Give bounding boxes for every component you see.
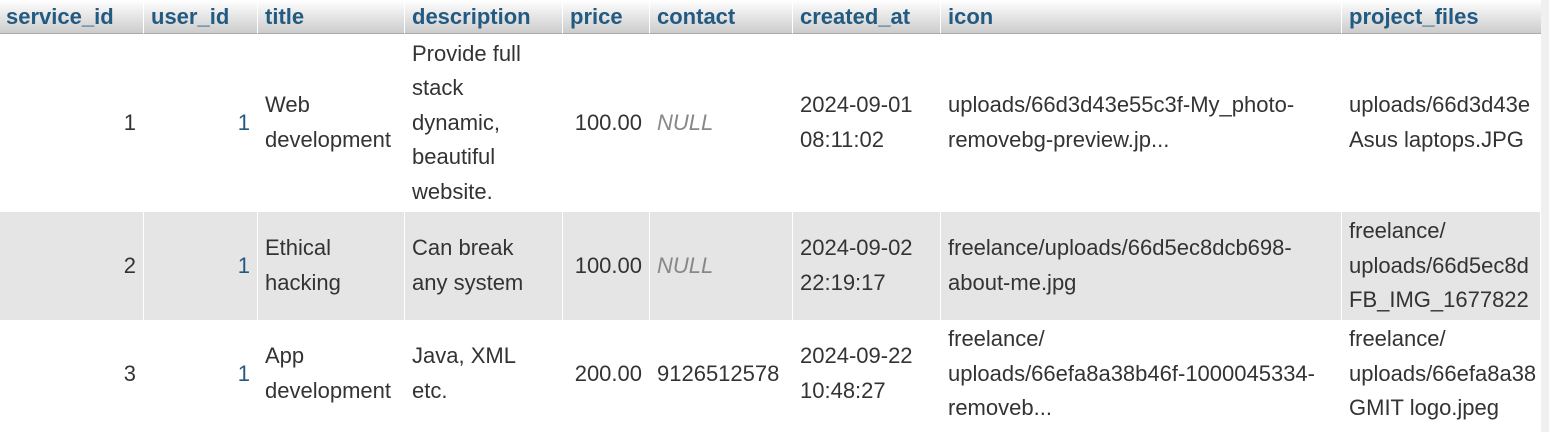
- cell-description[interactable]: Java, XML etc.: [405, 320, 563, 428]
- project-files-line: FB_IMG_1677822: [1349, 287, 1529, 313]
- cell-created-at[interactable]: 2024-09-02 22:19:17: [793, 212, 941, 320]
- project-files-line: GMIT logo.jpeg: [1349, 395, 1500, 421]
- icon-path-line: freelance/: [948, 326, 1045, 352]
- cell-description[interactable]: Provide full stack dynamic, beautiful we…: [405, 34, 563, 212]
- table-row[interactable]: 1 1 Web development Provide full stack d…: [0, 34, 1541, 212]
- column-header-created-at[interactable]: created_at: [793, 0, 941, 34]
- cell-icon[interactable]: freelance/ uploads/66efa8a38b46f-1000045…: [941, 320, 1342, 428]
- project-files-line: uploads/66d3d43e: [1349, 92, 1531, 118]
- cell-price[interactable]: 200.00: [563, 320, 650, 428]
- column-header-service-id[interactable]: service_id: [0, 0, 144, 34]
- icon-path-line: uploads/66efa8a38b46f-1000045334-: [948, 360, 1315, 386]
- cell-created-at[interactable]: 2024-09-22 10:48:27: [793, 320, 941, 428]
- table-row[interactable]: 3 1 App development Java, XML etc. 200.0…: [0, 320, 1541, 428]
- cell-title[interactable]: Web development: [258, 34, 405, 212]
- cell-created-at[interactable]: 2024-09-01 08:11:02: [793, 34, 941, 212]
- project-files-line: Asus laptops.JPG: [1349, 127, 1524, 152]
- cell-price[interactable]: 100.00: [563, 34, 650, 212]
- cell-description[interactable]: Can break any system: [405, 212, 563, 320]
- project-files-line: uploads/66efa8a38: [1349, 360, 1537, 386]
- cell-project-files[interactable]: freelance/ uploads/66efa8a38 GMIT logo.j…: [1342, 320, 1541, 428]
- project-files-line: uploads/66d5ec8d: [1349, 252, 1529, 278]
- vertical-scrollbar[interactable]: [1541, 0, 1549, 432]
- column-header-icon[interactable]: icon: [941, 0, 1342, 34]
- table-header: service_id user_id title description pri…: [0, 0, 1541, 34]
- column-header-title[interactable]: title: [258, 0, 405, 34]
- project-files-line: freelance/: [1349, 326, 1446, 352]
- cell-user-id-link[interactable]: 1: [144, 212, 258, 320]
- results-table: service_id user_id title description pri…: [0, 0, 1541, 428]
- column-header-project-files[interactable]: project_files: [1342, 0, 1541, 34]
- column-header-contact[interactable]: contact: [650, 0, 793, 34]
- cell-price[interactable]: 100.00: [563, 212, 650, 320]
- column-header-description[interactable]: description: [405, 0, 563, 34]
- cell-title[interactable]: Ethical hacking: [258, 212, 405, 320]
- cell-project-files[interactable]: freelance/ uploads/66d5ec8d FB_IMG_16778…: [1342, 212, 1541, 320]
- cell-service-id[interactable]: 2: [0, 212, 144, 320]
- cell-icon[interactable]: uploads/66d3d43e55c3f-My_photo-removebg-…: [941, 34, 1342, 212]
- cell-contact[interactable]: 9126512578: [650, 320, 793, 428]
- cell-service-id[interactable]: 3: [0, 320, 144, 428]
- column-header-price[interactable]: price: [563, 0, 650, 34]
- column-header-user-id[interactable]: user_id: [144, 0, 258, 34]
- cell-service-id[interactable]: 1: [0, 34, 144, 212]
- cell-icon[interactable]: freelance/uploads/66d5ec8dcb698-about-me…: [941, 212, 1342, 320]
- cell-user-id-link[interactable]: 1: [144, 320, 258, 428]
- results-table-view: service_id user_id title description pri…: [0, 0, 1549, 432]
- cell-user-id-link[interactable]: 1: [144, 34, 258, 212]
- cell-contact[interactable]: NULL: [650, 212, 793, 320]
- icon-path-line: removeb...: [948, 395, 1052, 421]
- project-files-line: freelance/: [1349, 218, 1446, 244]
- cell-project-files[interactable]: uploads/66d3d43e Asus laptops.JPG: [1342, 34, 1541, 212]
- cell-contact[interactable]: NULL: [650, 34, 793, 212]
- cell-title[interactable]: App development: [258, 320, 405, 428]
- table-row[interactable]: 2 1 Ethical hacking Can break any system…: [0, 212, 1541, 320]
